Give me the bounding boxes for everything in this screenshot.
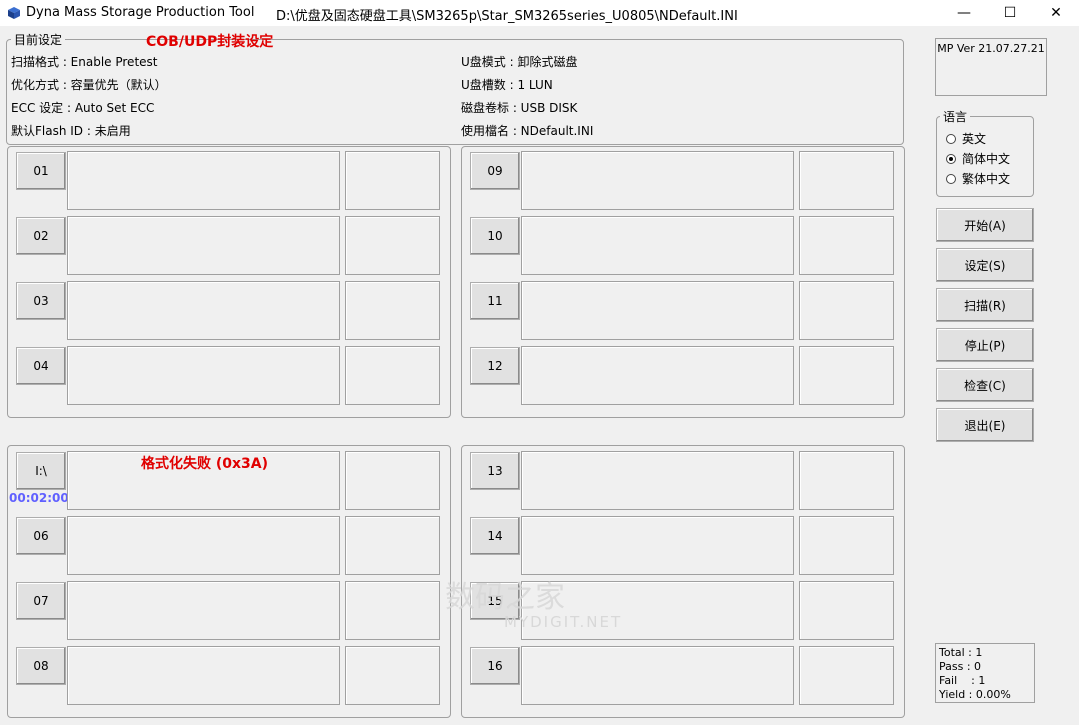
optimize-mode-info: 优化方式 : 容量优先（默认） <box>11 78 167 92</box>
slot-03-status-panel <box>67 281 340 340</box>
slot-02-info-panel <box>345 216 440 275</box>
stats-yield: Yield : 0.00% <box>939 688 1011 701</box>
slot-10-status-panel <box>521 216 794 275</box>
slot-11-button[interactable]: 11 <box>470 282 520 320</box>
slot-01-info-panel <box>345 151 440 210</box>
stats-box: Total : 1 Pass : 0 Fail : 1 Yield : 0.00… <box>935 643 1035 703</box>
slot-04-button[interactable]: 04 <box>16 347 66 385</box>
slot-05-timer: 00:02:00 <box>9 491 69 505</box>
slot-10-button[interactable]: 10 <box>470 217 520 255</box>
mp-version-text: MP Ver 21.07.27.21 <box>937 42 1045 55</box>
slot-11-info-panel <box>799 281 894 340</box>
slot-12-status-panel <box>521 346 794 405</box>
scan-button[interactable]: 扫描(R) <box>936 288 1034 322</box>
watermark-logo: 数码之家 <box>445 580 565 615</box>
radio-selected-icon <box>946 153 956 164</box>
slot-15-info-panel <box>799 581 894 640</box>
slot-07-info-panel <box>345 581 440 640</box>
slot-07-status-panel <box>67 581 340 640</box>
mp-version-box: MP Ver 21.07.27.21 <box>935 38 1047 96</box>
title-bar: Dyna Mass Storage Production Tool D:\优盘及… <box>0 0 1079 26</box>
stats-total: Total : 1 <box>939 646 983 659</box>
slot-01-status-panel <box>67 151 340 210</box>
slot-01-button[interactable]: 01 <box>16 152 66 190</box>
slot-14-info-panel <box>799 516 894 575</box>
slot-04-info-panel <box>345 346 440 405</box>
stats-fail: Fail : 1 <box>939 674 986 687</box>
slot-07-button[interactable]: 07 <box>16 582 66 620</box>
slot-04-status-panel <box>67 346 340 405</box>
minimize-button[interactable]: — <box>941 0 987 26</box>
maximize-button[interactable]: ☐ <box>987 0 1033 26</box>
stop-button[interactable]: 停止(P) <box>936 328 1034 362</box>
slot-13-info-panel <box>799 451 894 510</box>
language-option-simplified-chinese[interactable]: 简体中文 <box>946 150 1010 167</box>
slot-16-status-panel <box>521 646 794 705</box>
slot-06-info-panel <box>345 516 440 575</box>
slot-08-button[interactable]: 08 <box>16 647 66 685</box>
check-button[interactable]: 检查(C) <box>936 368 1034 402</box>
close-button[interactable]: ✕ <box>1033 0 1079 26</box>
language-option-english[interactable]: 英文 <box>946 130 986 147</box>
app-cube-icon <box>8 7 20 19</box>
slot-05-button[interactable]: I:\ <box>16 452 66 490</box>
udisk-mode-info: U盘模式 : 卸除式磁盘 <box>461 55 578 69</box>
stats-pass: Pass : 0 <box>939 660 982 673</box>
slot-11-status-panel <box>521 281 794 340</box>
slot-16-info-panel <box>799 646 894 705</box>
slot-06-button[interactable]: 06 <box>16 517 66 555</box>
slot-13-button[interactable]: 13 <box>470 452 520 490</box>
slot-02-status-panel <box>67 216 340 275</box>
volume-label-info: 磁盘卷标 : USB DISK <box>461 101 578 115</box>
slot-08-status-panel <box>67 646 340 705</box>
radio-icon <box>946 133 956 144</box>
radio-icon <box>946 173 956 184</box>
slot-16-button[interactable]: 16 <box>470 647 520 685</box>
cob-udp-banner: COB/UDP封装设定 <box>146 34 274 50</box>
flash-id-info: 默认Flash ID : 未启用 <box>11 124 131 138</box>
window-ini-path: D:\优盘及固态硬盘工具\SM3265p\Star_SM3265series_U… <box>276 9 738 24</box>
window-title: Dyna Mass Storage Production Tool <box>26 5 255 20</box>
slot-14-button[interactable]: 14 <box>470 517 520 555</box>
slot-09-info-panel <box>799 151 894 210</box>
udisk-lun-info: U盘槽数 : 1 LUN <box>461 78 553 92</box>
slot-12-info-panel <box>799 346 894 405</box>
slot-12-button[interactable]: 12 <box>470 347 520 385</box>
scan-format-info: 扫描格式 : Enable Pretest <box>11 55 158 69</box>
exit-button[interactable]: 退出(E) <box>936 408 1034 442</box>
settings-button[interactable]: 设定(S) <box>936 248 1034 282</box>
slot-03-button[interactable]: 03 <box>16 282 66 320</box>
slot-05-error-text: 格式化失败 (0x3A) <box>141 456 269 472</box>
slot-08-info-panel <box>345 646 440 705</box>
slot-09-button[interactable]: 09 <box>470 152 520 190</box>
slot-02-button[interactable]: 02 <box>16 217 66 255</box>
current-settings-legend: 目前设定 <box>11 31 66 48</box>
slot-05-info-panel <box>345 451 440 510</box>
slot-13-status-panel <box>521 451 794 510</box>
ini-file-info: 使用檔名 : NDefault.INI <box>461 124 594 138</box>
watermark-url: MYDIGIT.NET <box>504 613 623 631</box>
start-button[interactable]: 开始(A) <box>936 208 1034 242</box>
slot-10-info-panel <box>799 216 894 275</box>
ecc-setting-info: ECC 设定 : Auto Set ECC <box>11 101 155 115</box>
slot-06-status-panel <box>67 516 340 575</box>
language-legend: 语言 <box>940 108 971 125</box>
slot-09-status-panel <box>521 151 794 210</box>
language-option-traditional-chinese[interactable]: 繁体中文 <box>946 170 1010 187</box>
slot-14-status-panel <box>521 516 794 575</box>
slot-03-info-panel <box>345 281 440 340</box>
